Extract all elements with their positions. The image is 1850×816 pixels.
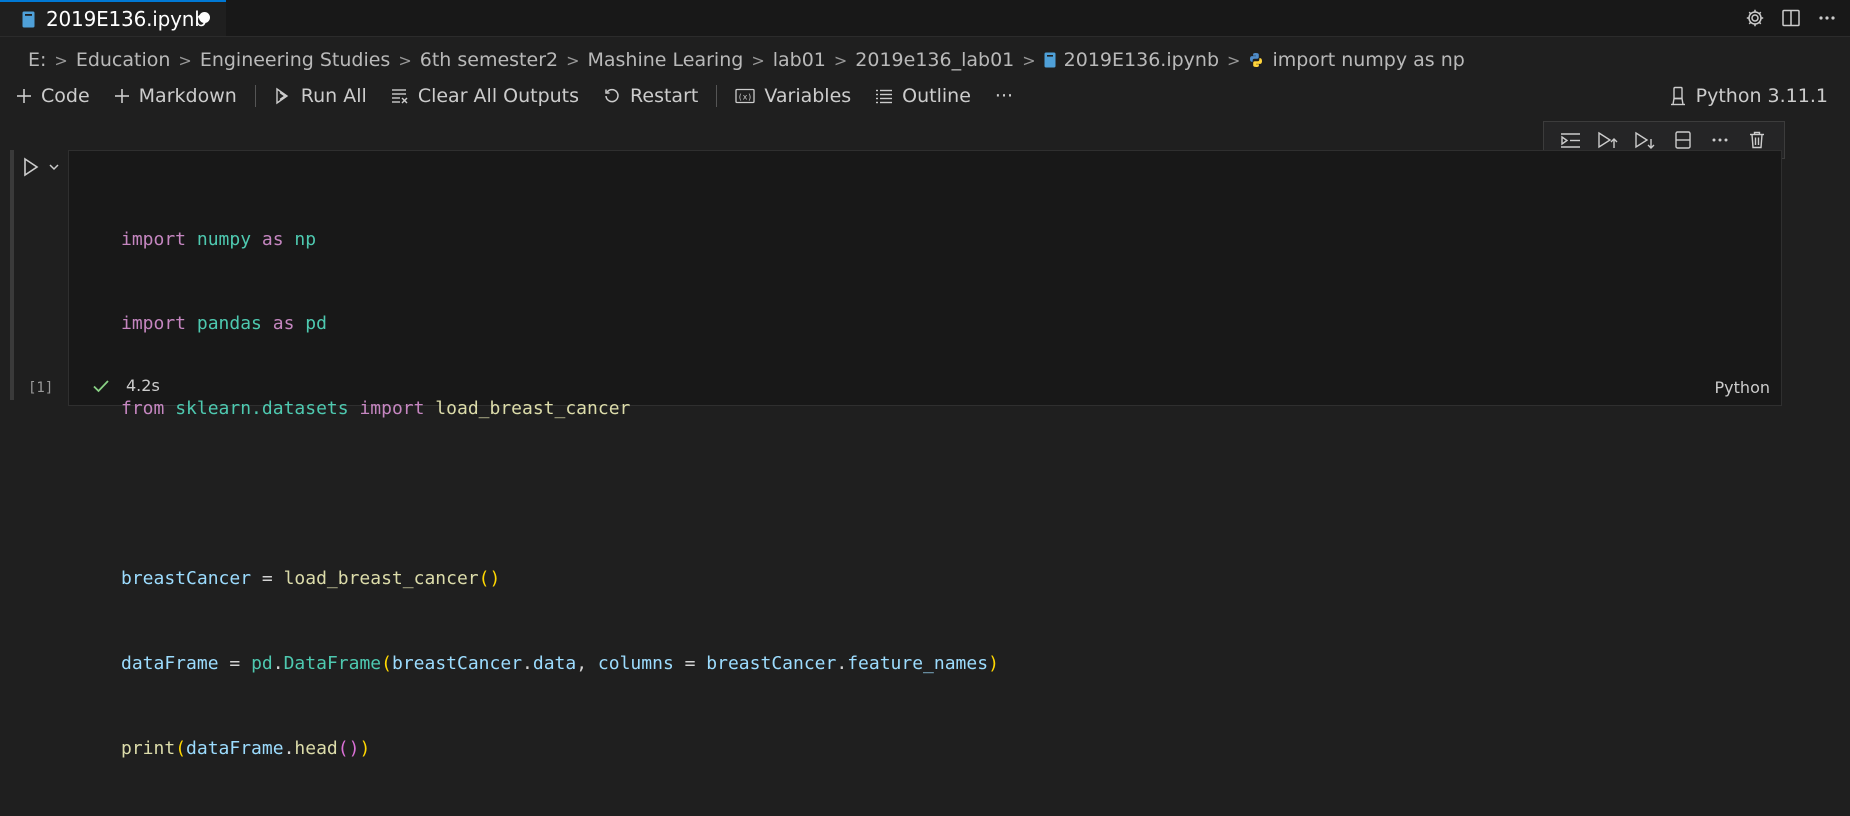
restart-label: Restart	[630, 85, 699, 107]
clear-all-outputs-button[interactable]: Clear All Outputs	[391, 85, 579, 107]
cell-language-picker[interactable]: Python	[1715, 378, 1770, 397]
code-content[interactable]: import numpy as np import pandas as pd f…	[121, 169, 999, 816]
svg-text:(x): (x)	[738, 93, 752, 102]
kernel-picker[interactable]: Python 3.11.1	[1669, 80, 1828, 112]
run-all-icon	[276, 87, 289, 105]
chevron-right-icon: >	[178, 50, 192, 70]
notebook-tab[interactable]: 2019E136.ipynb	[0, 0, 226, 36]
code-line: dataFrame = pd.DataFrame(breastCancer.da…	[121, 653, 999, 675]
play-icon	[24, 157, 39, 177]
restart-icon	[605, 88, 619, 103]
plus-icon	[17, 89, 31, 103]
clear-outputs-icon	[391, 89, 408, 104]
check-icon	[93, 379, 109, 392]
cell-execution-status: 4.2s	[92, 376, 160, 395]
notebook-file-icon	[22, 11, 35, 28]
code-line: print(dataFrame.head())	[121, 737, 371, 759]
variables-icon: (x)	[735, 88, 755, 104]
execution-duration: 4.2s	[126, 376, 160, 395]
restart-button[interactable]: Restart	[603, 85, 698, 107]
chevron-right-icon: >	[566, 50, 580, 70]
breadcrumb: E: > Education > Engineering Studies > 6…	[28, 46, 1465, 74]
variables-label: Variables	[764, 85, 852, 107]
code-line: breastCancer = load_breast_cancer()	[121, 568, 501, 590]
unsaved-dot-icon[interactable]	[199, 12, 210, 23]
breadcrumb-item[interactable]: Mashine Learing	[588, 49, 744, 71]
tab-title: 2019E136.ipynb	[46, 7, 207, 31]
outline-icon	[876, 89, 893, 104]
toolbar-more-button[interactable]: ···	[995, 85, 1013, 107]
chevron-down-icon	[49, 164, 59, 171]
breadcrumb-item[interactable]: 6th semester2	[420, 49, 558, 71]
code-cell-editor[interactable]: import numpy as np import pandas as pd f…	[68, 150, 1782, 759]
kernel-label: Python 3.11.1	[1695, 85, 1828, 107]
code-line: from sklearn.datasets import load_breast…	[121, 398, 631, 420]
toolbar-divider	[716, 85, 718, 107]
run-cell-button[interactable]	[22, 157, 60, 177]
more-actions-icon[interactable]	[1816, 7, 1838, 29]
variables-button[interactable]: (x) Variables	[735, 85, 851, 107]
clear-all-outputs-label: Clear All Outputs	[417, 85, 580, 107]
add-markdown-label: Markdown	[138, 85, 237, 107]
chevron-right-icon: >	[1022, 50, 1036, 70]
breadcrumb-item[interactable]: lab01	[773, 49, 826, 71]
code-line: import numpy as np	[121, 228, 317, 250]
code-line: import pandas as pd	[121, 313, 327, 335]
chevron-right-icon: >	[1227, 50, 1241, 70]
execution-count: [1]	[28, 380, 54, 396]
split-editor-icon[interactable]	[1780, 7, 1802, 29]
notebook-toolbar: Code Markdown Run All Clear All Outputs …	[16, 80, 1037, 112]
breadcrumb-item[interactable]: Education	[76, 49, 171, 71]
toolbar-divider	[254, 85, 256, 107]
ellipsis-icon: ···	[994, 85, 1014, 107]
chevron-right-icon: >	[398, 50, 412, 70]
breadcrumb-item[interactable]: Engineering Studies	[200, 49, 391, 71]
kernel-icon	[1670, 86, 1685, 106]
notebook-file-icon	[1044, 52, 1056, 68]
breadcrumb-item[interactable]: E:	[28, 49, 46, 71]
gear-icon[interactable]	[1744, 7, 1766, 29]
breadcrumb-item[interactable]: 2019E136.ipynb	[1064, 49, 1219, 71]
cell-focus-indicator[interactable]	[10, 150, 14, 400]
breadcrumb-item[interactable]: 2019e136_lab01	[855, 49, 1014, 71]
editor-actions	[1744, 0, 1838, 36]
add-markdown-cell-button[interactable]: Markdown	[114, 85, 237, 107]
add-code-label: Code	[41, 85, 90, 107]
run-all-label: Run All	[300, 85, 367, 107]
outline-label: Outline	[902, 85, 971, 107]
breadcrumb-item[interactable]: import numpy as np	[1272, 49, 1464, 71]
python-icon	[1248, 52, 1264, 68]
chevron-right-icon: >	[833, 50, 848, 70]
run-all-button[interactable]: Run All	[274, 85, 367, 107]
chevron-right-icon: >	[54, 50, 68, 70]
outline-button[interactable]: Outline	[875, 85, 971, 107]
editor-tab-bar: 2019E136.ipynb	[0, 0, 1850, 37]
chevron-right-icon: >	[751, 50, 765, 70]
plus-icon	[114, 89, 129, 103]
add-code-cell-button[interactable]: Code	[16, 85, 90, 107]
